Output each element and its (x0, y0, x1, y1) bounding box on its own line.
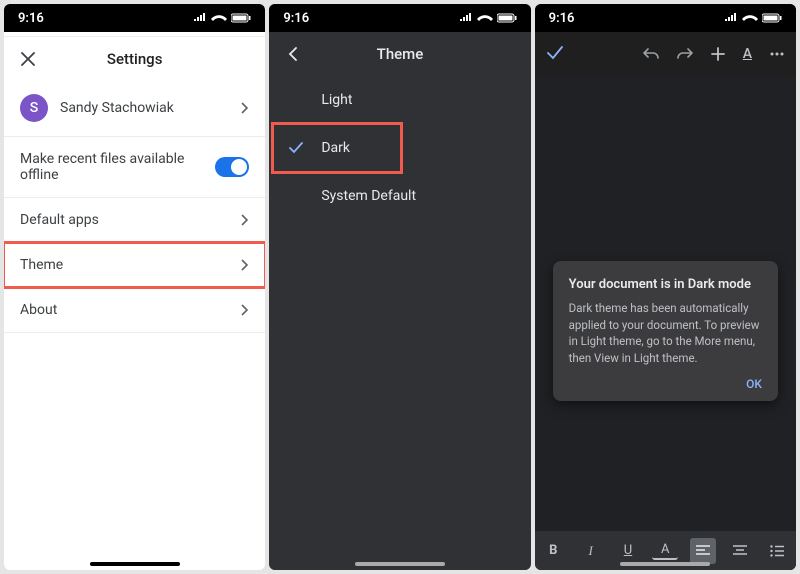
offline-row[interactable]: Make recent files available offline (4, 137, 265, 198)
chevron-right-icon (241, 304, 249, 316)
dark-mode-dialog: Your document is in Dark mode Dark theme… (553, 261, 778, 401)
theme-list: Light Dark System Default (269, 76, 530, 220)
home-indicator (355, 562, 445, 566)
status-time: 9:16 (549, 11, 575, 26)
done-button[interactable] (547, 45, 563, 64)
settings-header: Settings (4, 36, 265, 80)
account-row[interactable]: S Sandy Stachowiak (4, 80, 265, 137)
chevron-right-icon (241, 102, 249, 114)
status-bar: 9:16 (269, 4, 530, 32)
status-bar: 9:16 (4, 4, 265, 32)
more-icon[interactable] (770, 52, 784, 56)
doc-screen: 9:16 A (535, 4, 796, 570)
theme-title: Theme (377, 45, 424, 63)
theme-option-label: Light (321, 92, 352, 108)
text-format-icon[interactable]: A (743, 46, 752, 62)
undo-icon[interactable] (643, 47, 659, 61)
settings-screen: 9:16 Settings S Sandy Stachowiak (4, 4, 265, 570)
offline-label: Make recent files available offline (20, 151, 215, 183)
theme-row[interactable]: Theme (4, 243, 265, 288)
status-time: 9:16 (18, 11, 44, 26)
dialog-ok-button[interactable]: OK (569, 377, 762, 391)
account-name: Sandy Stachowiak (60, 100, 174, 116)
dialog-title: Your document is in Dark mode (569, 277, 762, 292)
close-icon[interactable] (18, 49, 38, 69)
text-color-button[interactable]: A (652, 542, 678, 560)
settings-title: Settings (107, 50, 163, 68)
underline-button[interactable]: U (615, 538, 641, 564)
dialog-body: Dark theme has been automatically applie… (569, 300, 762, 367)
back-icon[interactable] (283, 44, 303, 64)
doc-body[interactable]: Your document is in Dark mode Dark theme… (535, 76, 796, 530)
theme-option-system[interactable]: System Default (269, 172, 530, 220)
home-indicator (620, 562, 710, 566)
theme-screen: 9:16 Theme Light Dark (269, 4, 530, 570)
check-icon (287, 142, 305, 154)
about-row[interactable]: About (4, 288, 265, 333)
status-time: 9:16 (283, 11, 309, 26)
status-icons (459, 13, 517, 23)
home-indicator (90, 562, 180, 566)
align-center-button[interactable] (727, 538, 753, 564)
redo-icon[interactable] (677, 47, 693, 61)
theme-label: Theme (20, 257, 63, 273)
settings-list: S Sandy Stachowiak Make recent files ava… (4, 80, 265, 333)
doc-toolbar: A (535, 32, 796, 76)
status-icons (193, 13, 251, 23)
theme-option-label: Dark (321, 140, 350, 156)
chevron-right-icon (241, 259, 249, 271)
default-apps-label: Default apps (20, 212, 99, 228)
bold-button[interactable]: B (540, 538, 566, 564)
theme-option-dark[interactable]: Dark (269, 124, 530, 172)
theme-option-light[interactable]: Light (269, 76, 530, 124)
status-icons (724, 13, 782, 23)
about-label: About (20, 302, 57, 318)
chevron-right-icon (241, 214, 249, 226)
status-bar: 9:16 (535, 4, 796, 32)
add-icon[interactable] (711, 47, 725, 61)
theme-option-label: System Default (321, 188, 416, 204)
offline-toggle[interactable] (215, 157, 249, 177)
theme-header: Theme (269, 32, 530, 76)
italic-button[interactable]: I (578, 538, 604, 564)
list-button[interactable] (764, 538, 790, 564)
default-apps-row[interactable]: Default apps (4, 198, 265, 243)
avatar: S (20, 94, 48, 122)
align-left-button[interactable] (690, 538, 716, 564)
